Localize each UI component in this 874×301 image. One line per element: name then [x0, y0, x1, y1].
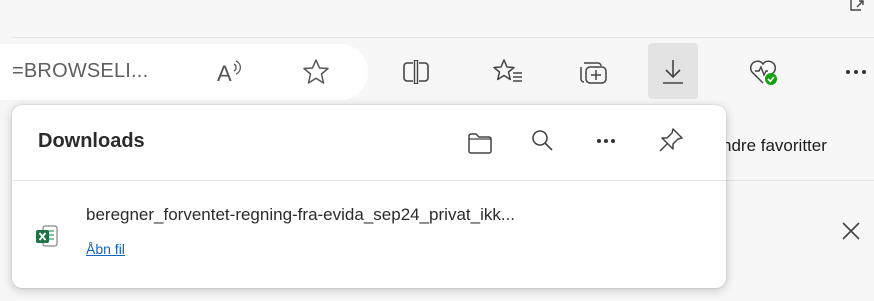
download-item[interactable]: beregner_forventet-regning-fra-evida_sep… — [12, 191, 726, 271]
divider — [726, 180, 874, 181]
window-top-strip — [0, 0, 874, 38]
downloads-panel: Downloads beregner_forventet-regning-fra… — [12, 105, 726, 288]
open-downloads-folder-icon[interactable] — [464, 127, 496, 159]
panel-title: Downloads — [38, 130, 145, 152]
browser-toolbar: =BROWSELI... A — [0, 38, 874, 110]
close-icon[interactable] — [836, 216, 866, 246]
address-text[interactable]: =BROWSELI... — [12, 60, 148, 83]
downloads-icon[interactable] — [655, 54, 691, 90]
svg-text:A: A — [217, 61, 232, 86]
open-in-new-window-icon[interactable] — [848, 0, 868, 20]
browser-essentials-icon[interactable] — [746, 54, 782, 90]
more-icon[interactable] — [838, 54, 874, 90]
address-bar[interactable]: =BROWSELI... A — [0, 44, 368, 100]
search-downloads-icon[interactable] — [526, 125, 558, 157]
open-file-link[interactable]: Åbn fil — [86, 241, 125, 257]
divider — [12, 180, 726, 181]
split-screen-icon[interactable] — [398, 54, 434, 90]
favorites-icon[interactable] — [490, 54, 526, 90]
collections-icon[interactable] — [576, 54, 612, 90]
excel-file-icon — [34, 223, 60, 249]
pin-icon[interactable] — [655, 124, 687, 156]
other-favorites-label[interactable]: ndre favoritter — [722, 136, 827, 156]
more-options-icon[interactable] — [590, 125, 622, 157]
read-aloud-icon[interactable]: A — [212, 54, 248, 90]
add-favorite-icon[interactable] — [298, 54, 334, 90]
download-file-name[interactable]: beregner_forventet-regning-fra-evida_sep… — [86, 205, 515, 225]
